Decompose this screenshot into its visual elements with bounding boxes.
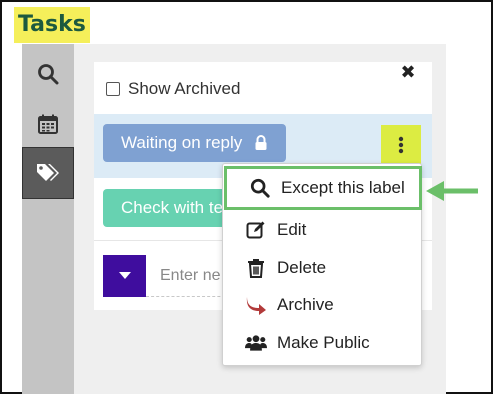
search-icon [249,177,271,199]
trash-icon [245,257,267,279]
menu-item-label: Edit [277,220,307,239]
label-pill-text: Waiting on reply [121,133,243,152]
caret-down-icon [118,272,131,279]
tags-icon [37,164,59,181]
label-pill-waiting-on-reply[interactable]: Waiting on reply [103,124,286,162]
page-title: Tasks [14,7,90,43]
menu-item-label: Delete [277,258,327,277]
sidebar-item-labels[interactable] [22,147,74,199]
menu-item-make-public[interactable]: Make Public [223,325,421,361]
search-icon [38,64,59,85]
label-context-menu: Except this label Edit Delete Archive Ma… [222,163,422,366]
menu-item-label: Except this label [281,178,405,197]
sidebar-item-search[interactable] [22,48,74,100]
lock-icon [255,135,267,150]
label-color-picker-button[interactable] [103,255,146,297]
show-archived-label: Show Archived [128,79,241,98]
menu-item-edit[interactable]: Edit [223,212,421,248]
edit-icon [245,219,267,241]
menu-item-archive[interactable]: Archive [223,287,421,323]
close-button[interactable]: ✖ [396,60,420,84]
label-options-button[interactable] [381,125,421,165]
pointer-arrow-icon [426,181,478,201]
show-archived-toggle[interactable]: Show Archived [106,78,240,100]
archive-arrow-icon [245,294,267,316]
show-archived-checkbox[interactable] [106,82,120,96]
menu-item-label: Make Public [277,333,370,352]
kebab-menu-icon [398,136,404,154]
sidebar [22,44,74,394]
users-icon [245,332,267,354]
menu-item-label: Archive [277,295,334,314]
menu-item-delete[interactable]: Delete [223,250,421,286]
calendar-icon [38,114,58,134]
sidebar-item-calendar[interactable] [22,98,74,150]
menu-item-except-this-label[interactable]: Except this label [224,166,422,210]
